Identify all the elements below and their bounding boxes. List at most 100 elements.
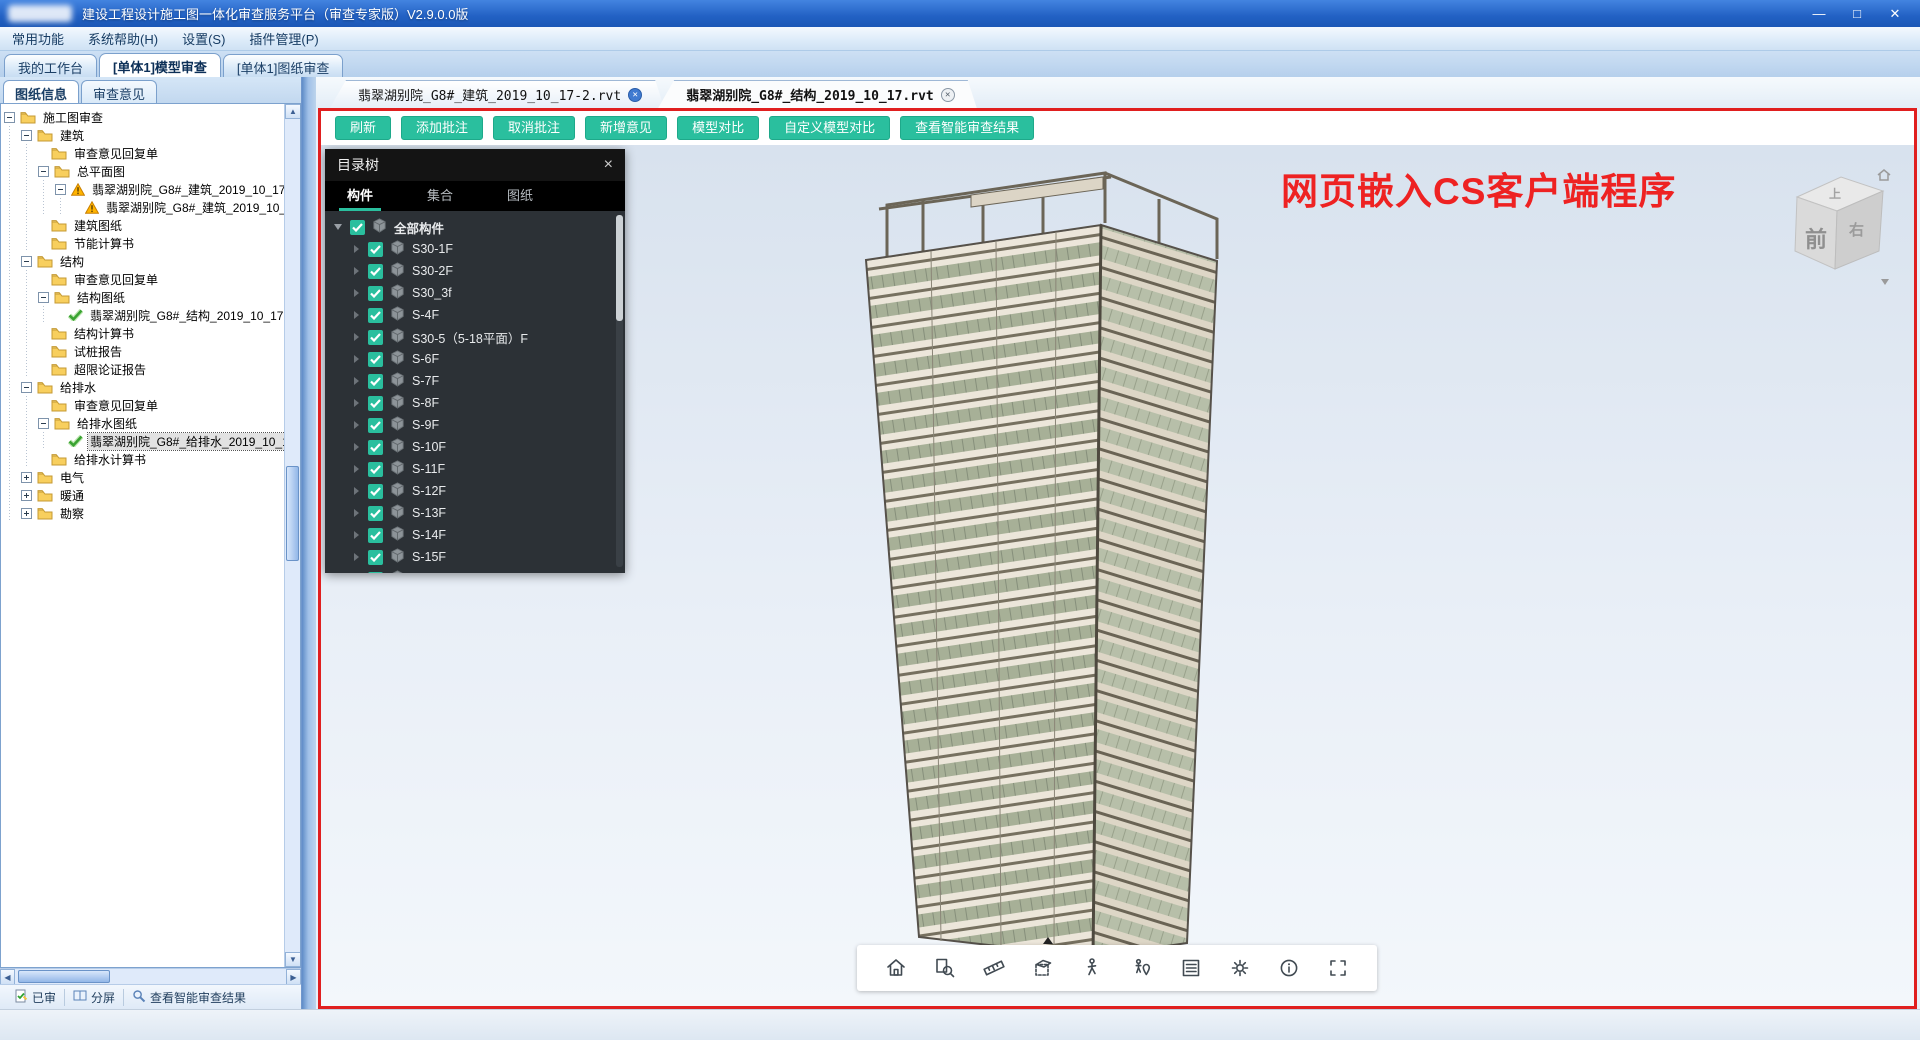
checkbox-checked[interactable] [368, 352, 383, 367]
collapse-icon[interactable] [21, 256, 32, 267]
checkbox-checked[interactable] [368, 308, 383, 323]
checkbox-checked[interactable] [368, 506, 383, 521]
tree-item[interactable]: 结构图纸 [1, 288, 284, 306]
expand-icon[interactable] [351, 332, 361, 342]
tree-item[interactable]: 给排水图纸 [1, 414, 284, 432]
catalog-tab[interactable]: 构件 [339, 181, 381, 211]
catalog-item[interactable]: S-8F [325, 392, 625, 414]
expand-icon[interactable] [351, 398, 361, 408]
expand-icon[interactable] [351, 486, 361, 496]
catalog-item[interactable]: S-15F [325, 546, 625, 568]
catalog-item[interactable]: S-4F [325, 304, 625, 326]
catalog-item[interactable]: S30-2F [325, 260, 625, 282]
tree-item[interactable]: 给排水计算书 [1, 450, 284, 468]
catalog-item[interactable]: S-12F [325, 480, 625, 502]
expand-icon[interactable] [351, 288, 361, 298]
collapse-icon[interactable] [21, 130, 32, 141]
tree-item[interactable]: 审查意见回复单 [1, 144, 284, 162]
catalog-close-icon[interactable]: × [604, 156, 613, 174]
catalog-item[interactable]: S30-1F [325, 238, 625, 260]
catalog-root-item[interactable]: 全部构件 [325, 216, 625, 238]
document-tab[interactable]: 翡翠湖别院_G8#_建筑_2019_10_17-2.rvt✕ [330, 80, 664, 108]
list-icon[interactable] [1178, 955, 1204, 981]
tab-close-icon[interactable]: ✕ [628, 88, 642, 102]
horizontal-scroll-thumb[interactable] [18, 970, 110, 983]
left-panel-tab[interactable]: 审查意见 [81, 80, 157, 103]
expand-icon[interactable] [351, 508, 361, 518]
main-tab[interactable]: [单体1]图纸审查 [223, 54, 343, 77]
tree-item[interactable]: 节能计算书 [1, 234, 284, 252]
status-item-查看智能审查结果[interactable]: 查看智能审查结果 [123, 989, 254, 1006]
settings-icon[interactable] [1227, 955, 1253, 981]
main-tab[interactable]: [单体1]模型审查 [99, 53, 221, 77]
scroll-right-icon[interactable]: ▶ [286, 969, 301, 985]
checkbox-checked[interactable] [368, 396, 383, 411]
maximize-button[interactable]: □ [1838, 0, 1876, 27]
expand-icon[interactable] [351, 354, 361, 364]
building-model[interactable] [771, 165, 1291, 1006]
checkbox-checked[interactable] [368, 286, 383, 301]
catalog-scrollbar[interactable] [616, 215, 623, 567]
walk-icon[interactable] [1079, 955, 1105, 981]
tree-item[interactable]: 翡翠湖别院_G8#_结构_2019_10_17. r [1, 306, 284, 324]
collapse-icon[interactable] [55, 184, 66, 195]
menu-item[interactable]: 插件管理(P) [237, 27, 330, 50]
catalog-item[interactable]: S30-5（5-18平面）F [325, 326, 625, 348]
panel-splitter[interactable] [302, 77, 316, 1009]
tree-item[interactable]: 翡翠湖别院_G8#_给排水_2019_10_17 [1, 432, 284, 450]
tree-item[interactable]: 建筑图纸 [1, 216, 284, 234]
catalog-tab[interactable]: 图纸 [499, 181, 541, 211]
collapse-icon[interactable] [38, 418, 49, 429]
tree-item[interactable]: 总平面图 [1, 162, 284, 180]
catalog-item[interactable]: S-10F [325, 436, 625, 458]
catalog-item[interactable]: S30_3f [325, 282, 625, 304]
measure-icon[interactable] [981, 955, 1007, 981]
toolbar-button[interactable]: 查看智能审查结果 [900, 116, 1034, 140]
tab-close-icon[interactable]: ✕ [941, 88, 955, 102]
tree-horizontal-scrollbar[interactable]: ◀ ▶ [0, 968, 301, 984]
collapse-icon[interactable] [4, 112, 15, 123]
viewpoint-icon[interactable] [1129, 955, 1155, 981]
viewer-canvas[interactable]: 目录树 × 构件集合图纸 全部构件S30-1FS30-2FS30_3fS-4FS… [321, 145, 1914, 1006]
status-item-已审[interactable]: 已审 [6, 989, 64, 1006]
expand-icon[interactable] [351, 442, 361, 452]
tree-item[interactable]: 暖通 [1, 486, 284, 504]
fullscreen-icon[interactable] [1325, 955, 1351, 981]
checkbox-checked[interactable] [368, 418, 383, 433]
checkbox-checked[interactable] [368, 330, 383, 345]
menu-item[interactable]: 常用功能 [0, 27, 76, 50]
main-tab[interactable]: 我的工作台 [4, 54, 97, 77]
expand-icon[interactable] [21, 490, 32, 501]
tree-item[interactable]: 审查意见回复单 [1, 270, 284, 288]
expand-icon[interactable] [351, 420, 361, 430]
expand-icon[interactable] [21, 508, 32, 519]
zoom-doc-icon[interactable] [932, 955, 958, 981]
tree-item[interactable]: 建筑 [1, 126, 284, 144]
toolbar-button[interactable]: 新增意见 [585, 116, 667, 140]
tree-item[interactable]: 结构计算书 [1, 324, 284, 342]
tree-item[interactable]: 给排水 [1, 378, 284, 396]
expand-icon[interactable] [21, 472, 32, 483]
collapse-icon[interactable] [333, 222, 343, 232]
info-icon[interactable] [1276, 955, 1302, 981]
tree-item[interactable]: 施工图审查 [1, 108, 284, 126]
toolbar-button[interactable]: 模型对比 [677, 116, 759, 140]
tree-item[interactable]: 试桩报告 [1, 342, 284, 360]
collapse-icon[interactable] [21, 382, 32, 393]
checkbox-checked[interactable] [368, 374, 383, 389]
checkbox-checked[interactable] [368, 462, 383, 477]
expand-icon[interactable] [351, 530, 361, 540]
expand-icon[interactable] [351, 310, 361, 320]
expand-icon[interactable] [351, 244, 361, 254]
section-icon[interactable] [1030, 955, 1056, 981]
toolbar-button[interactable]: 取消批注 [493, 116, 575, 140]
toolbar-button[interactable]: 刷新 [335, 116, 391, 140]
checkbox-checked[interactable] [350, 220, 365, 235]
catalog-item[interactable]: S-9F [325, 414, 625, 436]
catalog-item[interactable]: S-16F [325, 568, 625, 573]
status-item-分屏[interactable]: 分屏 [64, 989, 123, 1006]
close-button[interactable]: ✕ [1876, 0, 1914, 27]
toolbar-button[interactable]: 添加批注 [401, 116, 483, 140]
menu-item[interactable]: 设置(S) [170, 27, 237, 50]
expand-icon[interactable] [351, 552, 361, 562]
